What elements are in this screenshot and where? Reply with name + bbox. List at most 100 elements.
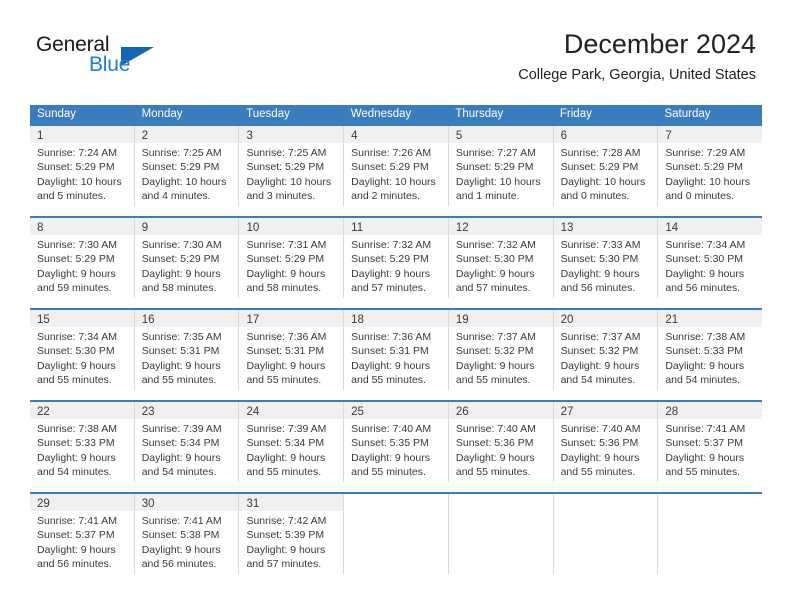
page-header: General Blue December 2024 College Park,… [0, 0, 792, 100]
day-detail-line: Sunset: 5:29 PM [141, 161, 220, 174]
day-detail-line: Sunset: 5:37 PM [665, 437, 743, 450]
day-number-band: 18 [344, 310, 448, 327]
calendar-day-cell[interactable]: 20 Sunrise: 7:37 AM Sunset: 5:32 PM Dayligh… [553, 310, 659, 390]
day-number: 13 [560, 222, 574, 234]
calendar-day-cell[interactable]: 1 Sunrise: 7:24 AM Sunset: 5:29 PM Daylight… [30, 126, 135, 206]
calendar-week-row: 1 Sunrise: 7:24 AM Sunset: 5:29 PM Daylight… [30, 124, 763, 206]
calendar-day-cell[interactable]: 3 Sunrise: 7:25 AM Sunset: 5:29 PM Daylight… [239, 126, 345, 206]
calendar-day-cell[interactable]: 22 Sunrise: 7:38 AM Sunset: 5:33 PM Dayligh… [30, 402, 135, 482]
day-detail-line: and 58 minutes. [141, 282, 217, 295]
day-details [449, 511, 553, 514]
day-details: Sunrise: 7:34 AM Sunset: 5:30 PM Daylight:… [658, 235, 762, 296]
day-detail-line: Daylight: 9 hours [455, 451, 535, 464]
day-number-band: 17 [239, 310, 344, 327]
calendar-day-cell[interactable]: 16 Sunrise: 7:35 AM Sunset: 5:31 PM Dayligh… [134, 310, 240, 390]
general-blue-logo: General Blue [36, 33, 216, 83]
day-detail-line: Daylight: 9 hours [665, 451, 745, 464]
day-detail-line: Sunrise: 7:25 AM [141, 147, 222, 159]
day-detail-line: Sunrise: 7:29 AM [665, 147, 746, 159]
day-number-band: 20 [553, 310, 658, 327]
calendar-day-cell[interactable]: 30 Sunrise: 7:41 AM Sunset: 5:38 PM Dayligh… [134, 494, 240, 574]
calendar-day-cell[interactable]: 21 Sunrise: 7:38 AM Sunset: 5:33 PM Dayligh… [658, 310, 763, 390]
calendar-day-cell[interactable]: 7 Sunrise: 7:29 AM Sunset: 5:29 PM Daylight… [658, 126, 763, 206]
day-detail-line: Sunset: 5:29 PM [351, 253, 429, 266]
day-detail-line: Sunset: 5:29 PM [37, 161, 115, 174]
calendar-day-cell-empty [658, 494, 763, 574]
day-number-band: 21 [658, 310, 763, 327]
calendar-day-cell[interactable]: 4 Sunrise: 7:26 AM Sunset: 5:29 PM Daylight… [344, 126, 449, 206]
day-detail-line: Sunrise: 7:31 AM [246, 239, 327, 251]
calendar-day-cell[interactable]: 10 Sunrise: 7:31 AM Sunset: 5:29 PM Dayligh… [239, 218, 345, 298]
day-detail-line: and 54 minutes. [141, 466, 217, 479]
day-details: Sunrise: 7:41 AM Sunset: 5:37 PM Daylight:… [658, 419, 762, 480]
day-number: 3 [246, 130, 253, 142]
calendar-day-cell[interactable]: 2 Sunrise: 7:25 AM Sunset: 5:29 PM Daylight… [134, 126, 240, 206]
calendar-day-cell[interactable]: 24 Sunrise: 7:39 AM Sunset: 5:34 PM Dayligh… [239, 402, 345, 482]
day-number-band: 4 [344, 126, 448, 143]
day-detail-line: Sunrise: 7:34 AM [37, 331, 117, 343]
calendar-day-cell[interactable]: 26 Sunrise: 7:40 AM Sunset: 5:36 PM Dayligh… [448, 402, 554, 482]
calendar-day-cell[interactable]: 17 Sunrise: 7:36 AM Sunset: 5:31 PM Dayligh… [239, 310, 345, 390]
day-detail-line: Sunset: 5:31 PM [246, 345, 325, 358]
weekday-header-friday: Friday [559, 108, 592, 120]
day-detail-line: Sunrise: 7:42 AM [246, 515, 327, 527]
day-detail-line: and 56 minutes. [37, 558, 112, 571]
day-number-band: 5 [448, 126, 553, 143]
day-number-band: 30 [134, 494, 239, 511]
day-detail-line: Sunset: 5:29 PM [246, 161, 325, 174]
day-detail-line: Sunrise: 7:40 AM [455, 423, 536, 435]
day-number: 10 [246, 222, 260, 234]
calendar-day-cell[interactable]: 27 Sunrise: 7:40 AM Sunset: 5:36 PM Dayligh… [553, 402, 659, 482]
day-detail-line: Daylight: 9 hours [141, 543, 221, 556]
day-number: 24 [246, 406, 260, 418]
day-details: Sunrise: 7:32 AM Sunset: 5:30 PM Daylight:… [449, 235, 553, 296]
day-detail-line: Sunrise: 7:26 AM [351, 147, 432, 159]
day-detail-line: Daylight: 9 hours [246, 543, 326, 556]
day-detail-line: and 57 minutes. [246, 558, 322, 571]
calendar-day-cell[interactable]: 28 Sunrise: 7:41 AM Sunset: 5:37 PM Dayligh… [658, 402, 763, 482]
day-detail-line: Daylight: 9 hours [665, 359, 745, 372]
calendar-day-cell[interactable]: 25 Sunrise: 7:40 AM Sunset: 5:35 PM Dayligh… [344, 402, 449, 482]
day-details: Sunrise: 7:39 AM Sunset: 5:34 PM Daylight:… [135, 419, 239, 480]
calendar-day-cell[interactable]: 31 Sunrise: 7:42 AM Sunset: 5:39 PM Dayligh… [239, 494, 345, 574]
calendar-day-cell[interactable]: 14 Sunrise: 7:34 AM Sunset: 5:30 PM Dayligh… [658, 218, 763, 298]
day-number-band: 16 [134, 310, 239, 327]
calendar-day-cell[interactable]: 11 Sunrise: 7:32 AM Sunset: 5:29 PM Dayligh… [344, 218, 449, 298]
calendar-day-cell[interactable]: 19 Sunrise: 7:37 AM Sunset: 5:32 PM Dayligh… [448, 310, 554, 390]
day-detail-line: Sunrise: 7:28 AM [560, 147, 641, 159]
calendar-day-cell[interactable]: 8 Sunrise: 7:30 AM Sunset: 5:29 PM Daylight… [30, 218, 135, 298]
day-detail-line: and 0 minutes. [560, 190, 630, 203]
weekday-header-saturday: Saturday [664, 108, 711, 120]
day-number: 11 [351, 222, 364, 234]
day-detail-line: Daylight: 9 hours [246, 359, 326, 372]
calendar-day-cell[interactable]: 18 Sunrise: 7:36 AM Sunset: 5:31 PM Dayligh… [344, 310, 449, 390]
day-detail-line: and 55 minutes. [246, 466, 322, 479]
day-detail-line: Sunset: 5:29 PM [455, 161, 534, 174]
day-detail-line: Sunrise: 7:25 AM [246, 147, 327, 159]
day-detail-line: Sunrise: 7:35 AM [141, 331, 222, 343]
day-detail-line: Daylight: 9 hours [455, 267, 535, 280]
day-detail-line: and 57 minutes. [455, 282, 531, 295]
day-number: 19 [455, 314, 469, 326]
day-details: Sunrise: 7:40 AM Sunset: 5:36 PM Daylight:… [449, 419, 553, 480]
day-detail-line: and 54 minutes. [560, 374, 636, 387]
calendar-day-cell[interactable]: 29 Sunrise: 7:41 AM Sunset: 5:37 PM Dayligh… [30, 494, 135, 574]
day-number: 27 [560, 406, 574, 418]
calendar-day-cell-empty [553, 494, 659, 574]
calendar-day-cell[interactable]: 12 Sunrise: 7:32 AM Sunset: 5:30 PM Dayligh… [448, 218, 554, 298]
day-detail-line: and 54 minutes. [37, 466, 112, 479]
day-details: Sunrise: 7:34 AM Sunset: 5:30 PM Daylight:… [30, 327, 134, 388]
day-detail-line: Sunset: 5:36 PM [455, 437, 534, 450]
calendar-day-cell[interactable]: 5 Sunrise: 7:27 AM Sunset: 5:29 PM Daylight… [448, 126, 554, 206]
calendar-day-cell[interactable]: 23 Sunrise: 7:39 AM Sunset: 5:34 PM Dayligh… [134, 402, 240, 482]
day-number: 16 [141, 314, 155, 326]
day-number: 20 [560, 314, 574, 326]
calendar-day-cell[interactable]: 9 Sunrise: 7:30 AM Sunset: 5:29 PM Daylight… [134, 218, 240, 298]
day-detail-line: Sunset: 5:30 PM [37, 345, 115, 358]
day-detail-line: and 55 minutes. [37, 374, 112, 387]
calendar-day-cell[interactable]: 15 Sunrise: 7:34 AM Sunset: 5:30 PM Dayligh… [30, 310, 135, 390]
day-number-band: 12 [448, 218, 553, 235]
calendar-day-cell[interactable]: 13 Sunrise: 7:33 AM Sunset: 5:30 PM Dayligh… [553, 218, 659, 298]
calendar-day-cell[interactable]: 6 Sunrise: 7:28 AM Sunset: 5:29 PM Daylight… [553, 126, 659, 206]
weekday-header-sunday: Sunday [37, 108, 77, 120]
